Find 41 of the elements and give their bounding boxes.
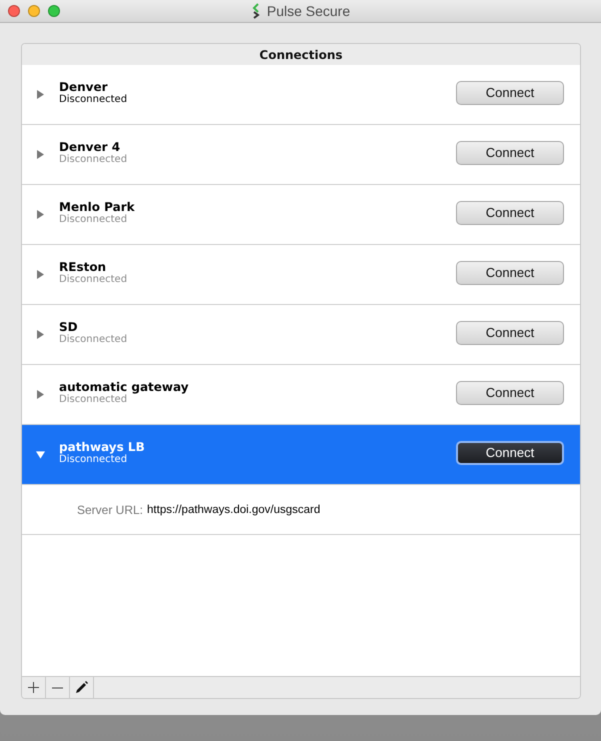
plus-icon bbox=[28, 682, 39, 693]
connection-name: pathways LB bbox=[59, 440, 146, 454]
connection-status: Disconnected bbox=[59, 214, 128, 225]
disclosure-triangle-icon[interactable] bbox=[37, 390, 44, 399]
connect-button[interactable]: Connect bbox=[456, 80, 564, 104]
minimize-button[interactable] bbox=[28, 5, 40, 17]
disclosure-triangle-icon[interactable] bbox=[37, 150, 44, 159]
connect-button[interactable]: Connect bbox=[456, 320, 564, 344]
connection-status: Disconnected bbox=[59, 274, 128, 285]
connection-name: Denver 4 bbox=[59, 140, 122, 154]
zoom-button[interactable] bbox=[48, 5, 60, 17]
connection-name: SD bbox=[59, 320, 79, 334]
connect-button[interactable]: Connect bbox=[456, 260, 564, 284]
disclosure-triangle-icon[interactable] bbox=[37, 210, 44, 219]
connection-name: Menlo Park bbox=[59, 200, 136, 214]
disclosure-triangle-icon[interactable] bbox=[37, 270, 44, 279]
close-button[interactable] bbox=[8, 5, 20, 17]
minus-icon bbox=[52, 686, 63, 688]
disclosure-triangle-icon[interactable] bbox=[37, 330, 44, 339]
panel-title: Connections bbox=[259, 48, 343, 62]
pencil-icon bbox=[75, 681, 88, 694]
disclosure-triangle-icon[interactable] bbox=[36, 450, 45, 458]
connection-status: Disconnected bbox=[59, 454, 128, 465]
connect-button[interactable]: Connect bbox=[456, 440, 564, 464]
connection-name: REston bbox=[59, 260, 108, 274]
window-title: Pulse Secure bbox=[266, 3, 350, 19]
detail-value: https://pathways.doi.gov/usgscard bbox=[147, 504, 320, 516]
connection-status: Disconnected bbox=[59, 154, 128, 165]
connection-status: Disconnected bbox=[59, 394, 128, 405]
connection-row[interactable]: pathways LB Disconnected Connect bbox=[22, 425, 580, 485]
connection-status: Disconnected bbox=[59, 334, 128, 345]
disclosure-triangle-icon[interactable] bbox=[37, 90, 44, 99]
connect-button[interactable]: Connect bbox=[456, 200, 564, 224]
add-button[interactable] bbox=[22, 677, 46, 698]
connect-button[interactable]: Connect bbox=[456, 140, 564, 164]
connection-name: Denver bbox=[59, 80, 109, 94]
connection-status: Disconnected bbox=[59, 94, 128, 105]
app-logo-icon bbox=[250, 3, 261, 19]
detail-label: Server URL: bbox=[77, 502, 144, 516]
connection-name: automatic gateway bbox=[59, 380, 190, 394]
connect-button[interactable]: Connect bbox=[456, 380, 564, 404]
